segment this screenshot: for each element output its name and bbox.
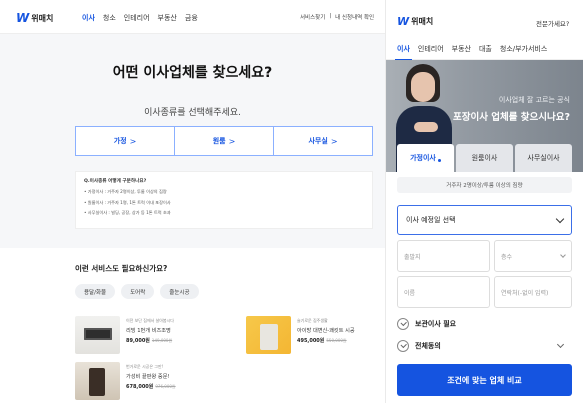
brand-name: 위매치 <box>411 17 434 26</box>
agree-all-check[interactable]: 전체동의 <box>397 340 441 352</box>
info-line: • 원룸이사 : 거주자 1명, 1톤 트럭 이내 포장이사 <box>84 199 171 205</box>
product-old-price: 149,000원 <box>151 338 173 343</box>
page-subtitle: 이사종류를 선택해주세요. <box>144 108 241 118</box>
tab-home-move[interactable]: 가정이사 <box>397 144 454 172</box>
product-name: 리빙 1번개 비즈조명 <box>126 328 171 334</box>
product-caption: 이전 보단 집에서 살아봅시다 <box>126 318 174 323</box>
chevron-right-icon: > <box>330 136 338 146</box>
nav-item-realestate[interactable]: 부동산 <box>158 13 177 23</box>
storage-move-label: 보관이사 필요 <box>415 320 457 328</box>
info-line: • 가정이사 : 거주자 2명이상, 투룸 이상의 짐량 <box>84 189 167 194</box>
tab-label: 가정이사 <box>410 154 436 162</box>
mobile-nav: 이사 인테리어 부동산 대출 청소/부가서비스 <box>386 38 583 61</box>
move-type-info-box: Q.이사종류 어떻게 구분하나요? • 가정이사 : 거주자 2명이상, 투룸 … <box>75 171 373 229</box>
phone-placeholder: 연락처(-없이 입력) <box>501 289 549 297</box>
move-type-label: 가정 <box>113 137 127 145</box>
desktop-view: W 위매치 이사 청소 인테리어 부동산 금융 서비스찾기 | 내 신청내역 확… <box>0 0 385 403</box>
chevron-down-icon[interactable] <box>556 340 565 349</box>
product-price-value: 89,000원 <box>126 338 150 344</box>
desktop-topbar: W 위매치 이사 청소 인테리어 부동산 금융 서비스찾기 | 내 신청내역 확… <box>0 0 385 34</box>
nav-item-cleaning[interactable]: 청소 <box>103 13 116 23</box>
nav-item-interior[interactable]: 인테리어 <box>124 13 150 23</box>
chip-truck[interactable]: 용달/화물 <box>75 284 116 299</box>
banner-subtitle: 이사업체 잘 고르는 공식 <box>498 96 570 104</box>
tab-oneroom-move[interactable]: 원룸이사 <box>456 144 513 172</box>
move-type-label: 사무실 <box>308 137 328 145</box>
tab-description: 거주자 2명이상/투룸 이상의 짐량 <box>397 177 572 193</box>
floor-placeholder: 층수 <box>501 253 513 261</box>
product-name: 아이방 대변신-쾌킷트 시공 <box>297 328 355 334</box>
move-type-oneroom-button[interactable]: 원룸 > <box>175 127 274 155</box>
check-circle-icon <box>397 318 409 330</box>
product-card[interactable]: 이전 보단 집에서 살아봅시다 리빙 1번개 비즈조명 89,000원 149,0… <box>75 316 174 354</box>
extra-services-title: 이런 서비스도 필요하신가요? <box>75 264 168 273</box>
info-line: • 사무실이사 : 빌딩, 공장, 상가 등 1톤 트럭 초과 <box>84 210 171 215</box>
product-name: 가성비 끝판왕 중문! <box>126 374 170 380</box>
move-type-tabs: 가정이사 원룸이사 사무실이사 <box>397 144 572 172</box>
product-image <box>75 316 120 354</box>
brand-mark: W <box>16 11 29 25</box>
chip-grout[interactable]: 줄눈시공 <box>160 284 199 299</box>
utility-links: 서비스찾기 | 내 신청내역 확인 <box>300 13 374 21</box>
tab-office-move[interactable]: 사무실이사 <box>515 144 572 172</box>
product-card[interactable]: 번거로운 시공은 그만! 가성비 끝판왕 중문! 678,000원 976,000… <box>75 362 176 400</box>
my-requests-link[interactable]: 내 신청내역 확인 <box>335 13 374 21</box>
move-type-label: 원룸 <box>212 137 226 145</box>
product-card[interactable]: 슬기로운 집주생활 아이방 대변신-쾌킷트 시공 495,000원 550,000… <box>246 316 355 354</box>
nav-item-move[interactable]: 이사 <box>82 13 95 23</box>
expert-link[interactable]: 전문가세요? <box>536 18 569 28</box>
product-image <box>246 316 291 354</box>
storage-move-check[interactable]: 보관이사 필요 <box>397 318 456 330</box>
move-type-selector: 가정 > 원룸 > 사무실 > <box>75 126 373 156</box>
banner-title: 포장이사 업체를 찾으시나요? <box>452 112 570 123</box>
nav-item-interior[interactable]: 인테리어 <box>418 44 444 54</box>
info-title: Q.이사종류 어떻게 구분하나요? <box>84 179 147 184</box>
product-old-price: 976,000원 <box>155 384 176 389</box>
extra-services-chips: 용달/화물 도어락 줄눈시공 <box>75 284 199 299</box>
move-date-label: 이사 예정일 선택 <box>406 216 456 224</box>
nav-item-cleaning[interactable]: 청소/부가서비스 <box>500 44 547 54</box>
name-field[interactable]: 이름 <box>397 276 490 308</box>
product-price: 495,000원 550,000원 <box>297 337 355 344</box>
nav-item-move[interactable]: 이사 <box>395 44 412 61</box>
name-placeholder: 이름 <box>404 289 416 297</box>
nav-item-realestate[interactable]: 부동산 <box>452 44 471 54</box>
move-type-home-button[interactable]: 가정 > <box>76 127 175 155</box>
floor-select[interactable]: 층수 <box>494 240 572 272</box>
page-title: 어떤 이사업체를 찾으세요? <box>112 65 273 81</box>
mobile-view: W 위매치 전문가세요? 이사 인테리어 부동산 대출 청소/부가서비스 이사업… <box>385 0 583 403</box>
origin-field[interactable]: 출발지 <box>397 240 490 272</box>
desktop-nav: 이사 청소 인테리어 부동산 금융 <box>82 13 198 23</box>
nav-item-loan[interactable]: 대출 <box>479 44 492 54</box>
move-date-select[interactable]: 이사 예정일 선택 <box>397 205 572 235</box>
chip-doorlock[interactable]: 도어락 <box>121 284 155 299</box>
agree-all-label: 전체동의 <box>415 342 441 350</box>
phone-field[interactable]: 연락처(-없이 입력) <box>494 276 572 308</box>
active-dot-icon <box>437 158 441 162</box>
find-service-link[interactable]: 서비스찾기 <box>300 13 325 21</box>
check-circle-icon <box>397 340 409 352</box>
chevron-down-icon <box>555 214 565 223</box>
product-price-value: 495,000원 <box>297 338 325 344</box>
mobile-header: W 위매치 전문가세요? <box>386 0 583 38</box>
product-price-value: 678,000원 <box>126 384 154 390</box>
product-image <box>75 362 120 400</box>
compare-companies-button[interactable]: 조건에 맞는 업체 비교 <box>397 364 572 396</box>
chevron-right-icon: > <box>129 136 137 146</box>
product-old-price: 550,000원 <box>326 338 347 343</box>
product-caption: 슬기로운 집주생활 <box>297 318 328 323</box>
util-divider: | <box>329 13 332 19</box>
product-price: 678,000원 976,000원 <box>126 383 176 390</box>
move-type-office-button[interactable]: 사무실 > <box>274 127 372 155</box>
brand-name: 위매치 <box>31 13 54 23</box>
nav-item-finance[interactable]: 금융 <box>185 13 198 23</box>
brand-mark: W <box>397 15 409 28</box>
product-price: 89,000원 149,000원 <box>126 337 174 344</box>
product-caption: 번거로운 시공은 그만! <box>126 364 164 369</box>
chevron-down-icon <box>560 251 566 258</box>
brand-logo[interactable]: W 위매치 <box>397 15 433 28</box>
chevron-right-icon: > <box>228 136 236 146</box>
origin-placeholder: 출발지 <box>404 253 421 261</box>
brand-logo[interactable]: W 위매치 <box>16 11 53 25</box>
